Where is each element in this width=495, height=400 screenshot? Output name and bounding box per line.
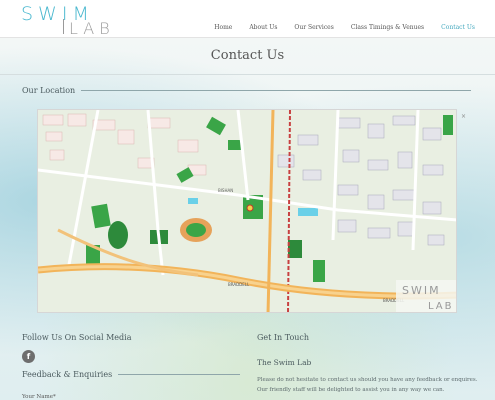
logo-lab: LAB (69, 19, 115, 38)
location-map[interactable]: BISHAN BRADDELL BRADDELL SWIM LAB (37, 109, 457, 313)
contact-paragraph-line2: Our friendly staff will be delighted to … (257, 387, 445, 393)
social-heading: Follow Us On Social Media (22, 333, 131, 342)
facebook-icon[interactable]: f (22, 350, 35, 363)
nav-about-us[interactable]: About Us (249, 24, 277, 31)
contact-paragraph-line1: Please do not hesitate to contact us sho… (257, 377, 478, 383)
map-road-label: BRADDELL (228, 282, 250, 287)
logo-divider (63, 19, 64, 34)
site-logo[interactable]: SWIM LAB (21, 3, 121, 38)
our-location-label: Our Location (22, 86, 76, 95)
facebook-glyph: f (26, 352, 31, 361)
get-in-touch-heading: Get In Touch (257, 333, 309, 342)
nav-contact-us[interactable]: Contact Us (441, 24, 475, 31)
nav-class-timings-venues[interactable]: Class Timings & Venues (351, 24, 424, 31)
map-road-label: BISHAN (218, 188, 233, 193)
map-watermark-lab: LAB (428, 301, 454, 312)
get-in-touch-label: Get In Touch (257, 333, 310, 342)
nav-home[interactable]: Home (214, 24, 232, 31)
site-header: SWIM LAB Home About Us Our Services Clas… (0, 0, 495, 38)
page-title: Contact Us (210, 48, 285, 63)
our-location-heading: Our Location (22, 86, 472, 95)
heading-rule (118, 374, 241, 375)
nav-our-services[interactable]: Our Services (294, 24, 333, 31)
title-divider (0, 74, 495, 75)
main-nav: Home About Us Our Services Class Timings… (197, 24, 475, 31)
your-name-label: Your Name* (22, 394, 56, 400)
map-watermark-swim: SWIM (402, 284, 441, 297)
social-heading-label: Follow Us On Social Media (22, 333, 132, 342)
org-name: The Swim Lab (257, 358, 312, 367)
map-close-icon[interactable]: × (461, 113, 466, 120)
feedback-heading-label: Feedback & Enquiries (22, 370, 113, 379)
feedback-heading: Feedback & Enquiries (22, 370, 241, 379)
main-content: Contact Us Our Location BISHAN BRADDELL … (0, 38, 495, 400)
map-graphic: BISHAN BRADDELL BRADDELL SWIM LAB (38, 110, 456, 312)
heading-rule (81, 90, 472, 91)
location-pin-icon (246, 204, 254, 212)
